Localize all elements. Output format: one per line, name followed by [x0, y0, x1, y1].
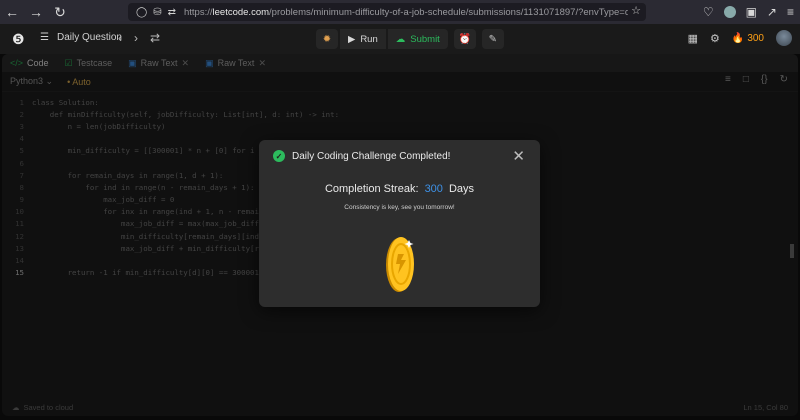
next-question-icon[interactable]: › [134, 31, 138, 45]
reload-icon[interactable]: ↻ [48, 0, 72, 24]
layout-icon[interactable]: ▦ [688, 32, 698, 45]
avatar[interactable] [776, 30, 792, 46]
check-circle-icon: ✓ [273, 150, 285, 162]
run-button[interactable]: ▶ Run [340, 29, 386, 49]
leetcode-logo-icon[interactable]: ❺ [12, 31, 25, 48]
streak-value: 300 [424, 183, 443, 195]
extensions-icon[interactable]: ▣ [746, 5, 757, 19]
shield-icon[interactable]: ◯ [136, 7, 147, 18]
challenge-completed-dialog: ✓ Daily Coding Challenge Completed! ✕ Co… [259, 140, 540, 307]
close-icon[interactable]: ✕ [512, 147, 525, 165]
menu-icon[interactable]: ≡ [787, 5, 794, 19]
permissions-icon[interactable]: ⇄ [168, 7, 176, 18]
prev-question-icon[interactable]: ‹ [118, 31, 122, 45]
notes-icon[interactable]: ✎ [481, 29, 504, 49]
cloud-upload-icon: ☁ [395, 33, 406, 45]
shuffle-icon[interactable]: ⇄ [150, 31, 160, 45]
streak-count: 300 [747, 32, 764, 44]
settings-gear-icon[interactable]: ⚙ [710, 32, 720, 45]
submit-label: Submit [410, 33, 440, 45]
gold-coin-icon [386, 237, 414, 292]
timer-icon[interactable]: ⏰ [453, 29, 476, 49]
address-bar[interactable]: ◯ ⛁ ⇄ https://leetcode.com/problems/mini… [128, 3, 646, 21]
forward-icon[interactable]: → [24, 0, 48, 24]
debug-icon[interactable]: ✹ [316, 29, 338, 49]
daily-question-link[interactable]: ☰ Daily Question [40, 32, 122, 43]
pocket-icon[interactable]: ♡ [703, 5, 714, 19]
extension-avatar-icon[interactable] [723, 6, 736, 18]
flame-icon: 🔥 [731, 32, 745, 44]
list-icon: ☰ [40, 32, 49, 43]
lock-icon[interactable]: ⛁ [153, 7, 161, 18]
dialog-tagline: Consistency is key, see you tomorrow! [344, 204, 455, 211]
dialog-title: Daily Coding Challenge Completed! [292, 150, 451, 162]
daily-question-label: Daily Question [56, 32, 122, 43]
completion-streak: Completion Streak: 300 Days [324, 183, 475, 195]
share-icon[interactable]: ↗ [767, 5, 777, 19]
browser-toolbar: ← → ↻ ◯ ⛁ ⇄ https://leetcode.com/problem… [0, 0, 800, 24]
streak-badge[interactable]: 🔥 300 [732, 33, 764, 44]
submit-button[interactable]: ☁ Submit [387, 29, 448, 49]
app-header: ❺ ☰ Daily Question ‹ › ⇄ ✹ ▶ Run ☁ Submi… [0, 24, 800, 54]
url-text[interactable]: https://leetcode.com/problems/minimum-di… [184, 7, 628, 18]
play-icon: ▶ [348, 33, 356, 45]
run-label: Run [360, 33, 378, 45]
back-icon[interactable]: ← [0, 0, 24, 24]
bookmark-star-icon[interactable]: ☆ [631, 4, 641, 17]
